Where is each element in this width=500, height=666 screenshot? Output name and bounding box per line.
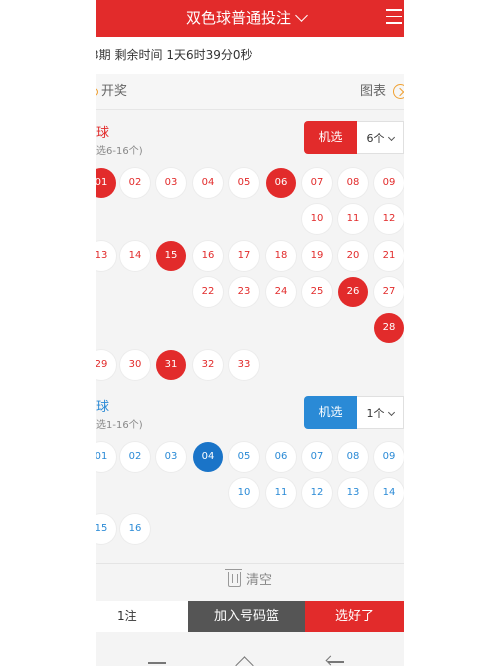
trash-icon [224, 569, 242, 587]
add-to-basket-button[interactable]: 加入号码篮 [188, 601, 305, 632]
red-ball-19[interactable]: 19 [302, 241, 332, 271]
red-ball-08[interactable]: 08 [338, 168, 368, 198]
red-ball-02[interactable]: 02 [120, 168, 150, 198]
blue-ball-hint: 选1-16个) [96, 420, 143, 431]
red-ball-20[interactable]: 20 [338, 241, 368, 271]
confirm-button[interactable]: 选好了 [305, 601, 404, 632]
tab-chart-label: 图表 [359, 84, 386, 99]
red-ball-14[interactable]: 14 [120, 241, 150, 271]
remain-time: 1天6时39分0秒 [166, 48, 253, 62]
red-ball-01[interactable]: 01 [96, 168, 116, 198]
red-ball-22[interactable]: 22 [193, 277, 223, 307]
back-icon[interactable] [328, 661, 344, 663]
menu-icon[interactable] [148, 662, 166, 664]
red-ball-07[interactable]: 07 [302, 168, 332, 198]
bet-count: 1注 [96, 601, 188, 632]
red-ball-hint: 选6-16个) [96, 146, 143, 157]
blue-ball-13[interactable]: 13 [338, 478, 368, 508]
red-ball-23[interactable]: 23 [229, 277, 259, 307]
blue-ball-09[interactable]: 09 [374, 442, 404, 472]
period-bar: 3期 剩余时间 1天6时39分0秒 [96, 37, 404, 74]
red-ball-03[interactable]: 03 [156, 168, 186, 198]
chevron-down-icon [295, 9, 308, 22]
system-nav-bar [96, 650, 404, 666]
bottom-action-bar: 1注 加入号码篮 选好了 [96, 601, 404, 632]
menu-icon[interactable] [386, 9, 402, 27]
play-type-selector[interactable]: 双色球普通投注 [96, 0, 404, 37]
red-ball-10[interactable]: 10 [302, 204, 332, 234]
screen: 双色球普通投注 3期 剩余时间 1天6时39分0秒 开奖 图表 球 选6-16个… [0, 0, 500, 666]
blue-ball-08[interactable]: 08 [338, 442, 368, 472]
home-icon[interactable] [235, 656, 254, 666]
red-count-select[interactable]: 6个 [357, 121, 404, 154]
blue-ball-10[interactable]: 10 [229, 478, 259, 508]
red-ball-11[interactable]: 11 [338, 204, 368, 234]
tab-chart[interactable]: 图表 [360, 74, 386, 110]
chevron-down-icon [387, 408, 395, 417]
blue-count-value: 1个 [366, 407, 385, 420]
red-ball-25[interactable]: 25 [302, 277, 332, 307]
clear-label: 清空 [245, 573, 272, 588]
red-ball-09[interactable]: 09 [374, 168, 404, 198]
info-tabs: 开奖 图表 [96, 74, 404, 110]
red-ball-05[interactable]: 05 [229, 168, 259, 198]
blue-ball-02[interactable]: 02 [120, 442, 150, 472]
header-bar: 双色球普通投注 [96, 0, 404, 37]
blue-ball-03[interactable]: 03 [156, 442, 186, 472]
red-ball-15[interactable]: 15 [156, 241, 186, 271]
tab-draw-label: 开奖 [101, 84, 128, 99]
blue-ball-12[interactable]: 12 [302, 478, 332, 508]
clear-button[interactable]: 清空 [96, 566, 404, 596]
red-ball-32[interactable]: 32 [193, 350, 223, 380]
blue-random-button[interactable]: 机选 [304, 396, 357, 429]
blue-random-group: 机选 1个 [304, 396, 404, 429]
red-random-button[interactable]: 机选 [304, 121, 357, 154]
divider [96, 563, 404, 564]
red-ball-18[interactable]: 18 [266, 241, 296, 271]
red-ball-24[interactable]: 24 [266, 277, 296, 307]
red-ball-04[interactable]: 04 [193, 168, 223, 198]
red-ball-17[interactable]: 17 [229, 241, 259, 271]
red-count-value: 6个 [366, 132, 385, 145]
remain-label: 剩余时间 [114, 48, 163, 62]
red-ball-title: 球 [96, 126, 110, 141]
period-number: 3期 [96, 48, 111, 62]
red-ball-30[interactable]: 30 [120, 350, 150, 380]
red-ball-06[interactable]: 06 [266, 168, 296, 198]
blue-ball-11[interactable]: 11 [266, 478, 296, 508]
red-ball-21[interactable]: 21 [374, 241, 404, 271]
blue-ball-16[interactable]: 16 [120, 514, 150, 544]
blue-ball-14[interactable]: 14 [374, 478, 404, 508]
red-ball-16[interactable]: 16 [193, 241, 223, 271]
blue-ball-06[interactable]: 06 [266, 442, 296, 472]
red-random-group: 机选 6个 [304, 121, 404, 154]
blue-ball-15[interactable]: 15 [96, 514, 116, 544]
draw-icon [96, 87, 98, 96]
chevron-down-icon [387, 133, 395, 142]
blue-ball-title: 球 [96, 400, 110, 415]
red-ball-26[interactable]: 26 [338, 277, 368, 307]
blue-ball-05[interactable]: 05 [229, 442, 259, 472]
tab-draw-results[interactable]: 开奖 [96, 74, 127, 110]
red-ball-13[interactable]: 13 [96, 241, 116, 271]
blue-ball-04[interactable]: 04 [193, 442, 223, 472]
lottery-app: 双色球普通投注 3期 剩余时间 1天6时39分0秒 开奖 图表 球 选6-16个… [96, 0, 404, 666]
red-ball-28[interactable]: 28 [374, 313, 404, 343]
red-ball-31[interactable]: 31 [156, 350, 186, 380]
page-title: 双色球普通投注 [185, 9, 291, 27]
blue-count-select[interactable]: 1个 [357, 396, 404, 429]
chevron-right-icon[interactable] [393, 84, 404, 99]
red-ball-33[interactable]: 33 [229, 350, 259, 380]
blue-ball-07[interactable]: 07 [302, 442, 332, 472]
blue-ball-01[interactable]: 01 [96, 442, 116, 472]
red-ball-12[interactable]: 12 [374, 204, 404, 234]
red-ball-27[interactable]: 27 [374, 277, 404, 307]
red-ball-29[interactable]: 29 [96, 350, 116, 380]
